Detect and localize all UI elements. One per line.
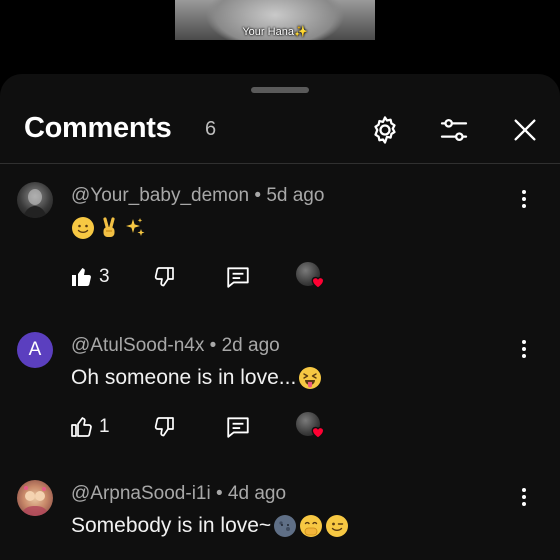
- reply-button[interactable]: [225, 410, 251, 444]
- comment-text: [71, 216, 147, 240]
- heart-icon: [311, 426, 325, 439]
- close-icon: [514, 119, 536, 141]
- comment-time: 2d ago: [221, 335, 280, 356]
- new-moon-face-emoji: [274, 515, 297, 537]
- drag-handle[interactable]: [251, 87, 309, 93]
- comment-body: Oh someone is in love...: [71, 366, 297, 389]
- comment-time: 5d ago: [266, 185, 325, 206]
- comment-meta: @ArpnaSood-i1i • 4d ago: [71, 483, 287, 504]
- like-button[interactable]: 3: [70, 260, 110, 294]
- heart-icon: [311, 276, 325, 289]
- sparkles-emoji: [126, 218, 145, 236]
- slightly-smiling-face-emoji: [72, 217, 94, 239]
- dislike-button[interactable]: [152, 260, 176, 294]
- comments-count: 6: [205, 118, 217, 140]
- close-button[interactable]: [505, 110, 545, 150]
- video-caption: Your Hana✨: [242, 26, 308, 38]
- comments-title: Comments: [24, 112, 172, 144]
- filter-button[interactable]: [434, 110, 474, 150]
- avatar[interactable]: [17, 480, 53, 516]
- comment-author[interactable]: @AtulSood-n4x: [71, 335, 204, 356]
- reply-icon: [227, 417, 249, 438]
- comment-meta: @Your_baby_demon • 5d ago: [71, 185, 325, 206]
- reply-icon: [227, 267, 249, 288]
- avatar-letter: A: [28, 339, 42, 360]
- gear-icon: [374, 116, 396, 144]
- victory-hand-emoji: [103, 217, 115, 237]
- header-divider: [0, 163, 560, 164]
- comment-more-button[interactable]: [514, 483, 534, 511]
- comments-header: Comments 6: [0, 104, 560, 164]
- comment-more-button[interactable]: [514, 185, 534, 213]
- comment-text: Oh someone is in love...: [71, 366, 322, 390]
- dislike-button[interactable]: [152, 410, 176, 444]
- comment-text: Somebody is in love~: [71, 514, 349, 538]
- comment-body: Somebody is in love~: [71, 514, 272, 537]
- creator-heart: [296, 412, 326, 442]
- video-frame: Your Hana✨: [175, 0, 375, 40]
- comment-actions: 1: [70, 410, 370, 444]
- sliders-icon: [440, 118, 468, 142]
- winking-face-emoji: [326, 515, 349, 537]
- avatar[interactable]: A: [17, 332, 53, 368]
- video-player[interactable]: Your Hana✨: [0, 0, 560, 76]
- face-with-hand-over-mouth-emoji: [300, 515, 323, 537]
- reply-button[interactable]: [225, 260, 251, 294]
- comment-more-button[interactable]: [514, 335, 534, 363]
- comment-author[interactable]: @Your_baby_demon: [71, 185, 249, 206]
- settings-button[interactable]: [365, 110, 405, 150]
- squinting-face-with-tongue-emoji: [299, 367, 322, 389]
- thumb-down-icon: [154, 267, 174, 287]
- thumb-up-icon: [71, 417, 92, 437]
- like-count: 3: [99, 266, 110, 287]
- comment-author[interactable]: @ArpnaSood-i1i: [71, 483, 211, 504]
- thumb-down-icon: [154, 417, 174, 437]
- like-button[interactable]: 1: [70, 410, 110, 444]
- comment-meta: @AtulSood-n4x • 2d ago: [71, 335, 280, 356]
- comment-time: 4d ago: [227, 483, 287, 504]
- creator-heart: [296, 262, 326, 292]
- thumb-up-icon: [72, 268, 91, 286]
- like-count: 1: [99, 416, 110, 437]
- avatar[interactable]: [17, 182, 53, 218]
- comment-actions: 3: [70, 260, 370, 294]
